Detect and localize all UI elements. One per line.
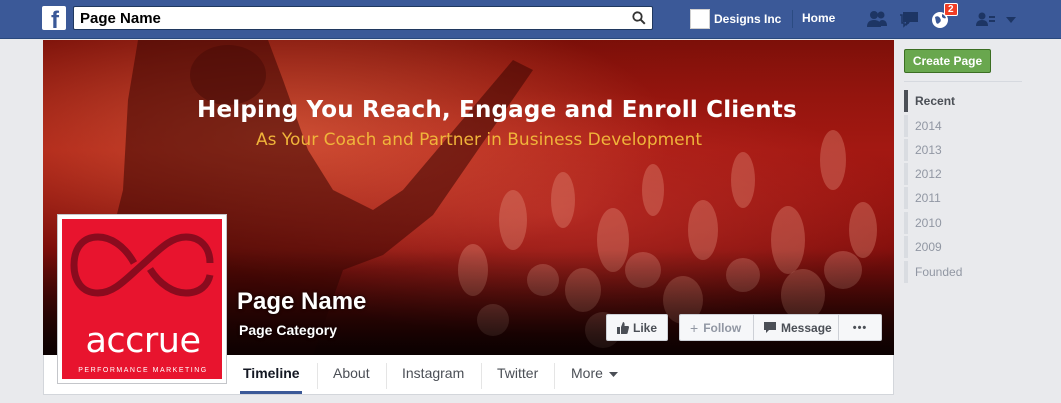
tab-separator [554,363,555,389]
year-2010[interactable]: 2010 [904,212,1022,234]
speech-bubble-icon [764,322,776,333]
message-button[interactable]: Message [753,314,839,341]
facebook-logo-letter: f [51,7,59,34]
tab-twitter[interactable]: Twitter [497,355,538,394]
create-page-button[interactable]: Create Page [904,49,991,73]
privacy-shortcuts-icon[interactable] [975,9,997,29]
search-input[interactable] [80,9,620,27]
thumbs-up-icon [617,321,629,334]
friend-requests-icon[interactable] [866,9,888,29]
tab-about[interactable]: About [333,355,370,394]
more-options-button[interactable]: ••• [838,314,882,341]
page-title[interactable]: Page Name [237,288,366,316]
year-2013[interactable]: 2013 [904,139,1022,161]
chevron-down-icon [608,372,618,377]
sidebar-divider [904,81,1022,82]
top-navigation-bar: f Designs Inc Home 2 [0,0,1061,39]
tab-separator [317,363,318,389]
like-button[interactable]: Like [606,314,668,341]
tab-more[interactable]: More [571,355,618,394]
year-2014[interactable]: 2014 [904,115,1022,137]
accrue-tagline: PERFORMANCE MARKETING [78,367,208,374]
tab-separator [386,363,387,389]
search-icon[interactable] [632,11,646,25]
year-recent[interactable]: Recent [904,90,1022,112]
ellipsis-icon: ••• [852,321,868,334]
profile-name: Designs Inc [714,12,782,26]
tab-timeline[interactable]: Timeline [240,355,302,394]
profile-link[interactable]: Designs Inc [690,8,781,30]
tab-more-label: More [571,365,603,381]
follow-label: Follow [703,320,742,335]
year-2011[interactable]: 2011 [904,187,1022,209]
notification-count-badge: 2 [944,3,958,16]
like-label: Like [633,320,658,335]
tab-separator [481,363,482,389]
profile-thumbnail [690,9,710,29]
cover-headline: Helping You Reach, Engage and Enroll Cli… [197,97,797,123]
accrue-wordmark: accrue [85,321,201,361]
accrue-infinity-mark [70,233,214,297]
year-2009[interactable]: 2009 [904,236,1022,258]
cover-subheadline: As Your Coach and Partner in Business De… [256,130,703,150]
year-founded[interactable]: Founded [904,261,1022,283]
facebook-logo[interactable]: f [42,6,66,34]
messages-icon[interactable] [898,9,920,29]
tab-instagram[interactable]: Instagram [402,355,464,394]
profile-picture[interactable]: accrue PERFORMANCE MARKETING [57,214,227,384]
year-2012[interactable]: 2012 [904,163,1022,185]
account-menu-chevron-down-icon[interactable] [1003,9,1019,29]
page-category[interactable]: Page Category [239,322,337,338]
search-box[interactable] [73,6,653,30]
plus-icon: + [690,319,699,336]
follow-button[interactable]: + Follow [679,314,754,341]
home-link[interactable]: Home [802,11,835,25]
message-label: Message [781,320,832,335]
accrue-logo: accrue PERFORMANCE MARKETING [62,219,222,379]
topbar-divider [792,10,793,28]
